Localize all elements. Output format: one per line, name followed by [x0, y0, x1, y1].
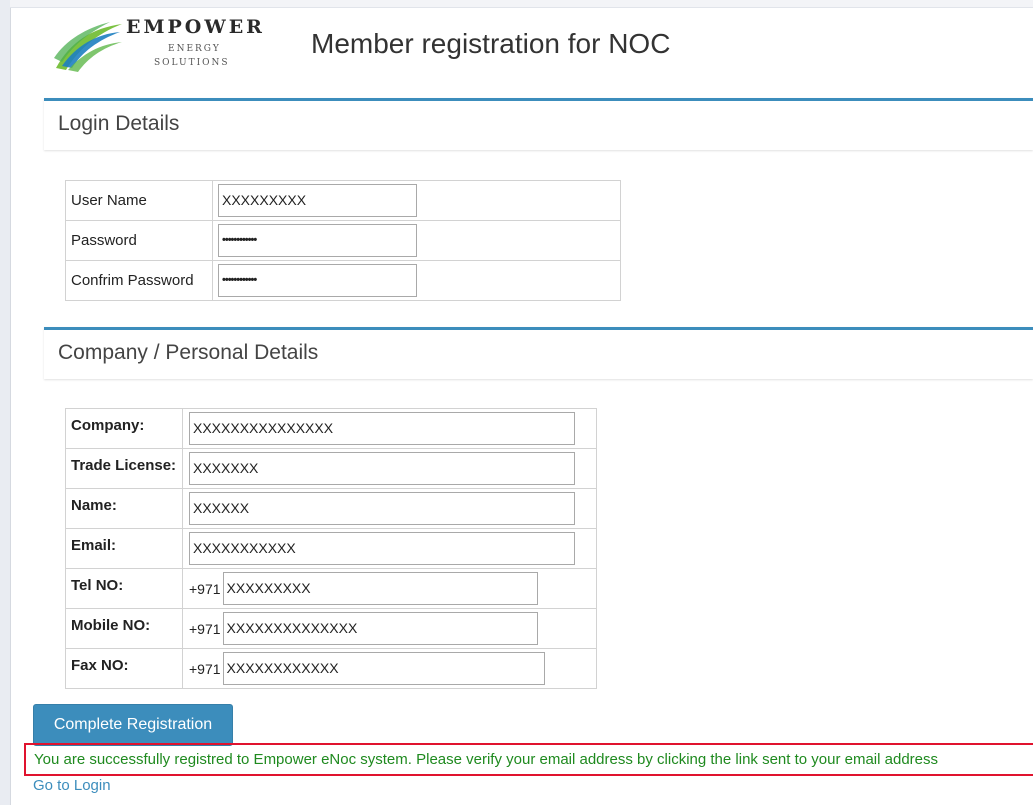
fax-input[interactable]: XXXXXXXXXXXX: [222, 652, 545, 685]
password-label: Password: [65, 220, 213, 261]
complete-registration-button[interactable]: Complete Registration: [33, 704, 233, 746]
success-message-box: You are successfully registred to Empowe…: [24, 743, 1033, 776]
username-input[interactable]: XXXXXXXXX: [218, 184, 417, 217]
name-input[interactable]: XXXXXX: [189, 492, 575, 525]
company-details-form: Company: XXXXXXXXXXXXXXX Trade License: …: [65, 408, 597, 689]
form-row-confirm-password: Confrim Password ••••••••••••: [65, 260, 621, 301]
company-details-section: Company / Personal Details: [44, 327, 1033, 379]
username-label: User Name: [65, 180, 213, 221]
form-row-trade-license: Trade License: XXXXXXX: [65, 448, 597, 489]
login-details-section: Login Details: [44, 98, 1033, 150]
company-label: Company:: [65, 408, 183, 449]
logo-energy-text: ENERGY: [168, 44, 221, 54]
form-row-fax: Fax NO: +971 XXXXXXXXXXXX: [65, 648, 597, 689]
tel-country-code: +971: [189, 580, 221, 597]
page-title: Member registration for NOC: [311, 28, 671, 59]
logo-brand-text: EMPOWER: [126, 16, 265, 38]
email-input[interactable]: XXXXXXXXXXX: [189, 532, 575, 565]
trade-license-input[interactable]: XXXXXXX: [189, 452, 575, 485]
form-row-name: Name: XXXXXX: [65, 488, 597, 529]
confirm-password-label: Confrim Password: [65, 260, 213, 301]
empower-swoosh-icon: [54, 22, 122, 72]
form-row-company: Company: XXXXXXXXXXXXXXX: [65, 408, 597, 449]
form-row-tel: Tel NO: +971 XXXXXXXXX: [65, 568, 597, 609]
name-label: Name:: [65, 488, 183, 529]
success-message: You are successfully registred to Empowe…: [34, 751, 939, 768]
tel-label: Tel NO:: [65, 568, 183, 609]
trade-license-label: Trade License:: [65, 448, 183, 489]
company-input[interactable]: XXXXXXXXXXXXXXX: [189, 412, 575, 445]
mobile-label: Mobile NO:: [65, 608, 183, 649]
logo-solutions-text: SOLUTIONS: [154, 58, 230, 68]
login-details-title: Login Details: [58, 112, 180, 135]
form-row-password: Password ••••••••••••: [65, 220, 621, 261]
form-row-username: User Name XXXXXXXXX: [65, 180, 621, 221]
mobile-country-code: +971: [189, 620, 221, 637]
fax-country-code: +971: [189, 660, 221, 677]
fax-label: Fax NO:: [65, 648, 183, 689]
login-details-form: User Name XXXXXXXXX Password •••••••••••…: [65, 180, 621, 301]
form-row-email: Email: XXXXXXXXXXX: [65, 528, 597, 569]
email-label: Email:: [65, 528, 183, 569]
password-input[interactable]: ••••••••••••: [218, 224, 417, 257]
company-details-title: Company / Personal Details: [58, 341, 319, 364]
tel-input[interactable]: XXXXXXXXX: [222, 572, 538, 605]
mobile-input[interactable]: XXXXXXXXXXXXXX: [222, 612, 538, 645]
form-row-mobile: Mobile NO: +971 XXXXXXXXXXXXXX: [65, 608, 597, 649]
confirm-password-input[interactable]: ••••••••••••: [218, 264, 417, 297]
page-left-border: [0, 0, 11, 805]
go-to-login-link[interactable]: Go to Login: [33, 777, 111, 794]
empower-logo: EMPOWER ENERGY SOLUTIONS: [52, 16, 267, 78]
page-top-border: [10, 0, 1033, 8]
